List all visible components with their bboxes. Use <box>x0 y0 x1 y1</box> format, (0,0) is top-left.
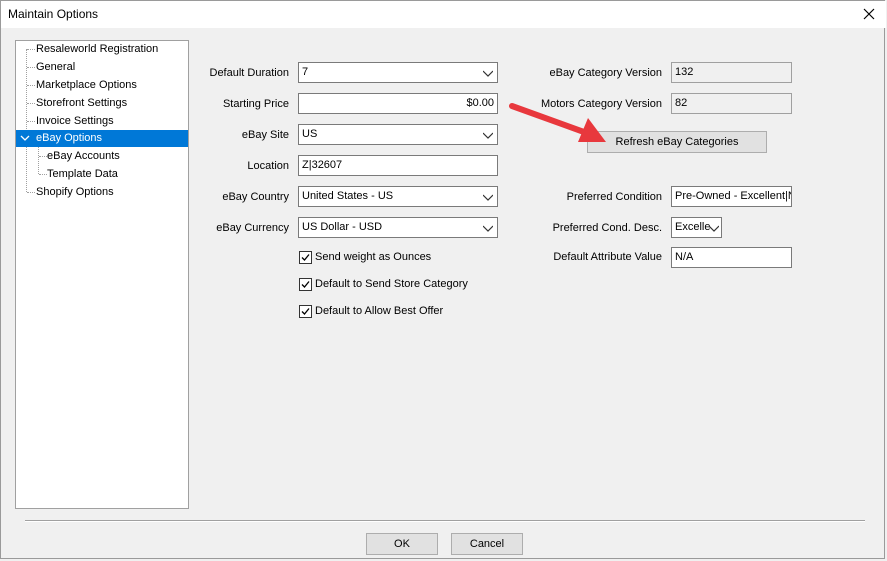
tree-line <box>26 49 27 129</box>
default-attribute-value-label: Default Attribute Value <box>553 251 662 263</box>
close-button[interactable] <box>858 3 880 25</box>
tree-item-general[interactable]: General <box>36 59 75 76</box>
preferred-cond-desc-value: Excelle <box>675 221 711 233</box>
chevron-down-icon <box>709 225 719 232</box>
default-attribute-value-input[interactable]: N/A <box>671 247 792 268</box>
send-weight-checkbox[interactable]: Send weight as Ounces <box>299 250 431 266</box>
tree-item-label: eBay Options <box>36 132 103 144</box>
location-input[interactable]: Z|32607 <box>298 155 498 176</box>
allow-best-offer-checkbox[interactable]: Default to Allow Best Offer <box>299 304 443 320</box>
tree-connector <box>27 192 35 193</box>
preferred-condition-label: Preferred Condition <box>566 191 662 203</box>
tree-item-ebay-options[interactable]: eBay Options <box>16 130 188 147</box>
ebay-site-label: eBay Site <box>241 129 289 141</box>
checkbox-checked-icon <box>299 250 312 264</box>
send-weight-label: Send weight as Ounces <box>315 251 432 263</box>
chevron-down-icon <box>483 70 493 77</box>
default-duration-value: 7 <box>302 66 309 78</box>
motors-category-version-field: 82 <box>671 93 792 114</box>
tree-connector <box>27 49 35 50</box>
location-label: Location <box>247 160 289 172</box>
close-icon <box>863 8 875 20</box>
tree-item-shopify-options[interactable]: Shopify Options <box>36 184 114 201</box>
window-title: Maintain Options <box>8 7 99 21</box>
tree-connector <box>39 156 47 157</box>
tree-connector <box>27 103 35 104</box>
send-store-category-checkbox[interactable]: Default to Send Store Category <box>299 277 468 293</box>
default-duration-select[interactable]: 7 <box>298 62 498 83</box>
ebay-currency-select[interactable]: US Dollar - USD <box>298 217 498 238</box>
tree-item-resaleworld-registration[interactable]: Resaleworld Registration <box>36 41 158 58</box>
title-bar: Maintain Options <box>1 1 886 28</box>
tree-connector <box>27 121 35 122</box>
send-store-category-label: Default to Send Store Category <box>315 278 468 290</box>
default-duration-label: Default Duration <box>209 67 290 79</box>
tree-item-template-data[interactable]: Template Data <box>47 166 118 183</box>
ebay-currency-label: eBay Currency <box>216 222 289 234</box>
category-version-field: 132 <box>671 62 792 83</box>
ebay-site-value: US <box>302 128 318 140</box>
annotation-arrow-icon <box>509 103 606 142</box>
ebay-currency-value: US Dollar - USD <box>302 221 383 233</box>
ebay-country-label: eBay Country <box>222 191 289 203</box>
options-tree[interactable]: Resaleworld Registration General Marketp… <box>15 40 189 509</box>
maintain-options-window: Maintain Options Resaleworld Registratio… <box>0 0 886 559</box>
ebay-country-value: United States - US <box>302 190 394 202</box>
tree-connector <box>27 85 35 86</box>
chevron-down-icon <box>483 194 493 201</box>
chevron-down-icon <box>483 132 493 139</box>
tree-item-storefront-settings[interactable]: Storefront Settings <box>36 95 127 112</box>
allow-best-offer-label: Default to Allow Best Offer <box>315 305 444 317</box>
preferred-cond-desc-label: Preferred Cond. Desc. <box>552 222 662 234</box>
checkbox-checked-icon <box>299 277 312 291</box>
ok-button[interactable]: OK <box>366 533 438 555</box>
ebay-site-select[interactable]: US <box>298 124 498 145</box>
tree-item-invoice-settings[interactable]: Invoice Settings <box>36 113 114 130</box>
tree-connector <box>27 67 35 68</box>
tree-connector <box>39 174 47 175</box>
chevron-down-icon[interactable] <box>20 133 30 143</box>
footer-divider <box>25 520 865 522</box>
cancel-button[interactable]: Cancel <box>451 533 523 555</box>
checkbox-checked-icon <box>299 304 312 318</box>
chevron-down-icon <box>483 225 493 232</box>
starting-price-label: Starting Price <box>222 98 289 110</box>
tree-line <box>38 147 39 174</box>
starting-price-input[interactable]: $0.00 <box>298 93 498 114</box>
preferred-cond-desc-select[interactable]: Excelle <box>671 217 722 238</box>
tree-item-ebay-accounts[interactable]: eBay Accounts <box>47 148 120 165</box>
ebay-country-select[interactable]: United States - US <box>298 186 498 207</box>
preferred-condition-input[interactable]: Pre-Owned - Excellent|N <box>671 186 792 207</box>
category-version-label: eBay Category Version <box>549 67 662 79</box>
tree-item-marketplace-options[interactable]: Marketplace Options <box>36 77 137 94</box>
